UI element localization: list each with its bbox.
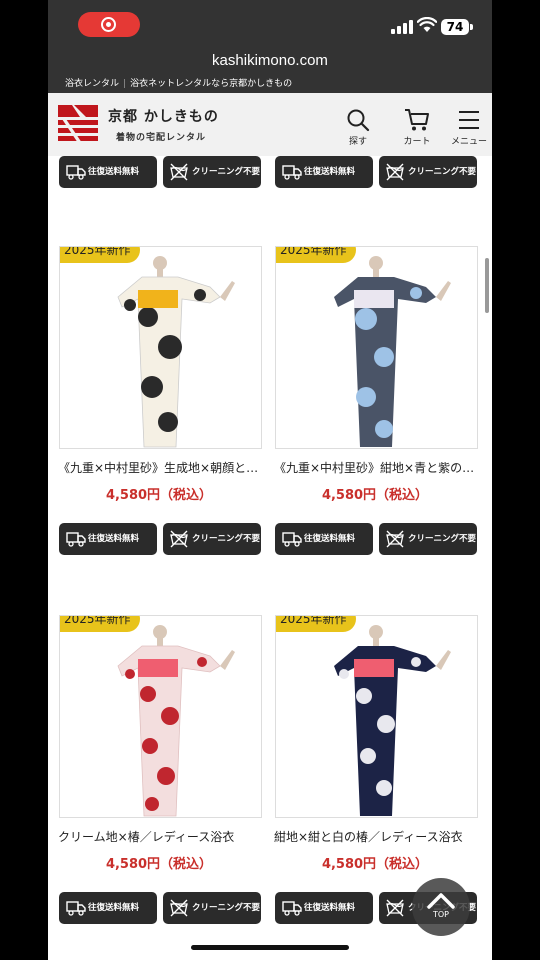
screen-recording-indicator[interactable] <box>78 12 140 37</box>
product-price: 4,580円（税込） <box>321 488 429 503</box>
kimono-figure-image <box>334 625 451 816</box>
cellular-signal-icon <box>391 20 413 34</box>
no-cleaning-label: クリーニング不要 <box>408 167 477 177</box>
no-cleaning-tag[interactable]: クリーニング不要 <box>163 156 261 188</box>
new-item-badge: 2025年新作 <box>276 247 356 263</box>
kimono-figure-image <box>334 256 451 447</box>
wifi-icon <box>417 17 437 32</box>
no-cleaning-tag[interactable]: クリーニング不要 <box>163 892 261 924</box>
product-name[interactable]: クリーム地×椿／レディース浴衣 <box>58 828 262 845</box>
phone-screen: 74 kashikimono.com 浴衣レンタル | 浴衣ネットレンタルなら京都か… <box>48 0 492 960</box>
truck-icon <box>282 532 302 547</box>
cart-label: カート <box>403 137 431 147</box>
site-header: 京都 かしきもの 着物の宅配レンタル 探す カート メニュー <box>48 93 492 156</box>
address-bar[interactable]: kashikimono.com <box>48 46 492 76</box>
no-cleaning-tag[interactable]: クリーニング不要 <box>379 156 477 188</box>
scroll-to-top-button[interactable]: TOP <box>412 878 470 936</box>
new-item-badge: 2025年新作 <box>60 247 140 263</box>
breadcrumb-item-yukata-rental[interactable]: 浴衣レンタル <box>65 79 119 89</box>
free-shipping-label: 往復送料無料 <box>304 534 356 544</box>
free-shipping-tag[interactable]: 往復送料無料 <box>275 892 373 924</box>
search-icon <box>347 109 370 132</box>
free-shipping-tag[interactable]: 往復送料無料 <box>59 156 157 188</box>
free-shipping-tag[interactable]: 往復送料無料 <box>59 892 157 924</box>
kashikimono-logo-icon[interactable] <box>58 103 98 145</box>
scroll-to-top-label: TOP <box>432 910 449 919</box>
record-icon <box>101 17 116 32</box>
no-cleaning-label: クリーニング不要 <box>192 167 261 177</box>
truck-icon <box>66 532 86 547</box>
truck-icon <box>66 901 86 916</box>
new-item-badge: 2025年新作 <box>276 616 356 632</box>
product-name[interactable]: 《九重×中村里砂》生成地×朝顔と… <box>58 459 262 476</box>
no-cleaning-label: クリーニング不要 <box>192 534 261 544</box>
product-price: 4,580円（税込） <box>105 857 213 872</box>
product-image[interactable]: 2025年新作 <box>59 246 262 449</box>
product-card[interactable]: 2025年新作 《九重×中村里砂》生成地×朝顔と… 4,580円（税込） <box>56 231 262 503</box>
product-card[interactable]: 2025年新作 紺地×紺と白の椿／レディース浴衣 4,580円（税込） <box>272 600 478 872</box>
battery-level: 74 <box>441 19 469 35</box>
cart-icon <box>405 109 429 131</box>
no-cleaning-icon <box>386 163 404 181</box>
free-shipping-label: 往復送料無料 <box>88 167 140 177</box>
brand-tagline: 着物の宅配レンタル <box>116 133 207 143</box>
product-price: 4,580円（税込） <box>105 488 213 503</box>
product-name[interactable]: 紺地×紺と白の椿／レディース浴衣 <box>274 828 478 845</box>
free-shipping-label: 往復送料無料 <box>88 534 140 544</box>
page-scrollbar[interactable] <box>485 258 489 313</box>
product-image[interactable]: 2025年新作 <box>59 615 262 818</box>
battery-icon <box>470 24 473 30</box>
free-shipping-tag[interactable]: 往復送料無料 <box>275 156 373 188</box>
status-bar: 74 <box>48 0 492 46</box>
new-item-badge: 2025年新作 <box>60 616 140 632</box>
no-cleaning-icon <box>170 163 188 181</box>
free-shipping-tag[interactable]: 往復送料無料 <box>59 523 157 555</box>
breadcrumb-item-site-description[interactable]: 浴衣ネットレンタルなら京都かしきもの <box>130 79 292 89</box>
product-card[interactable]: 2025年新作 《九重×中村里砂》紺地×青と紫の… 4,580円（税込） <box>272 231 478 503</box>
chevron-up-icon <box>427 893 455 909</box>
menu-label: メニュー <box>450 137 487 147</box>
truck-icon <box>66 165 86 180</box>
free-shipping-label: 往復送料無料 <box>88 903 140 913</box>
search-label: 探す <box>348 137 367 147</box>
truck-icon <box>282 165 302 180</box>
no-cleaning-tag[interactable]: クリーニング不要 <box>379 523 477 555</box>
product-grid: 往復送料無料 クリーニング不要 往復送料無料 クリーニング不要 2025年新作 … <box>48 156 492 960</box>
product-price: 4,580円（税込） <box>321 857 429 872</box>
product-card[interactable]: 2025年新作 クリーム地×椿／レディース浴衣 4,580円（税込） <box>56 600 262 872</box>
cart-nav-button[interactable]: カート <box>397 108 437 147</box>
free-shipping-label: 往復送料無料 <box>304 167 356 177</box>
product-name[interactable]: 《九重×中村里砂》紺地×青と紫の… <box>274 459 478 476</box>
free-shipping-label: 往復送料無料 <box>304 903 356 913</box>
product-image[interactable]: 2025年新作 <box>275 615 478 818</box>
no-cleaning-label: クリーニング不要 <box>408 534 477 544</box>
menu-nav-button[interactable]: メニュー <box>449 108 489 147</box>
free-shipping-tag[interactable]: 往復送料無料 <box>275 523 373 555</box>
no-cleaning-icon <box>386 530 404 548</box>
no-cleaning-label: クリーニング不要 <box>192 903 261 913</box>
no-cleaning-icon <box>170 530 188 548</box>
no-cleaning-icon <box>386 899 404 917</box>
breadcrumb: 浴衣レンタル | 浴衣ネットレンタルなら京都かしきもの <box>48 76 492 93</box>
search-nav-button[interactable]: 探す <box>338 108 378 147</box>
no-cleaning-icon <box>170 899 188 917</box>
kimono-figure-image <box>117 625 235 817</box>
brand-name[interactable]: 京都 かしきもの <box>108 106 219 126</box>
home-indicator[interactable] <box>191 945 349 950</box>
product-image[interactable]: 2025年新作 <box>275 246 478 449</box>
kimono-figure-image <box>117 256 235 448</box>
hamburger-menu-icon <box>459 111 479 129</box>
truck-icon <box>282 901 302 916</box>
no-cleaning-tag[interactable]: クリーニング不要 <box>163 523 261 555</box>
